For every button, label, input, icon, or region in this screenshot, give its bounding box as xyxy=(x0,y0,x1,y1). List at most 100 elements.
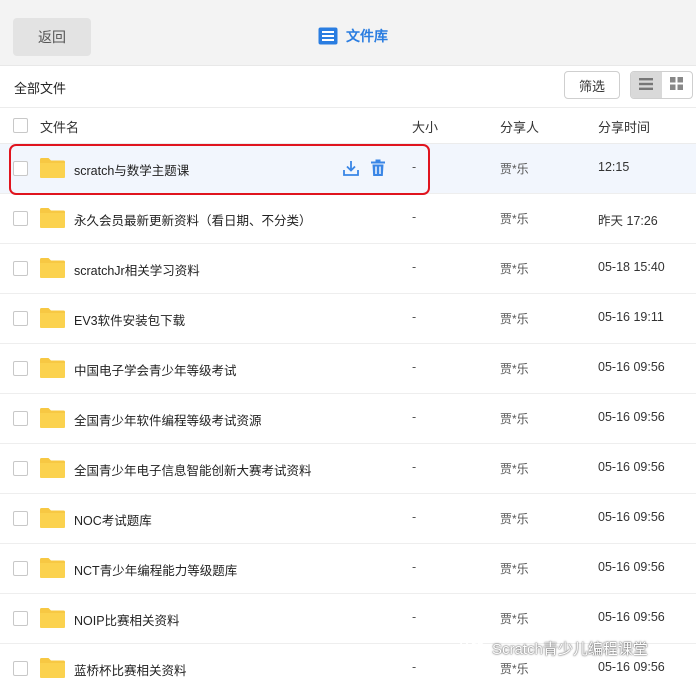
file-name[interactable]: NCT青少年编程能力等级题库 xyxy=(74,560,237,579)
row-checkbox[interactable] xyxy=(13,411,28,426)
file-size: - xyxy=(412,210,417,224)
row-checkbox[interactable] xyxy=(13,161,28,176)
file-share-time: 05-16 09:56 xyxy=(598,460,665,474)
filter-button[interactable]: 筛选 xyxy=(564,71,620,99)
file-sharer: 贾*乐 xyxy=(500,362,529,376)
table-header: 文件名 大小 分享人 分享时间 xyxy=(0,108,696,144)
table-row[interactable]: EV3软件安装包下载 - 贾*乐 05-16 19:11 xyxy=(0,294,696,344)
table-row[interactable]: scratch与数学主题课 - 贾*乐 12:15 xyxy=(0,144,696,194)
file-name[interactable]: NOIP比赛相关资料 xyxy=(74,610,180,629)
file-name[interactable]: 全国青少年电子信息智能创新大赛考试资料 xyxy=(74,460,312,479)
row-checkbox[interactable] xyxy=(13,611,28,626)
row-checkbox[interactable] xyxy=(13,261,28,276)
file-sharer: 贾*乐 xyxy=(500,562,529,576)
file-share-time: 05-16 19:11 xyxy=(598,310,664,324)
file-size: - xyxy=(412,510,417,524)
file-name[interactable]: scratchJr相关学习资料 xyxy=(74,260,200,279)
file-share-time: 05-16 09:56 xyxy=(598,410,665,424)
file-size: - xyxy=(412,560,417,574)
column-header-sharer[interactable]: 分享人 xyxy=(500,117,539,136)
file-name[interactable]: 蓝桥杯比赛相关资料 xyxy=(74,660,187,678)
table-body: scratch与数学主题课 - 贾*乐 12:15 永久会员最新更新资料（看日期、不分类… xyxy=(0,144,696,678)
folder-icon xyxy=(40,557,65,578)
top-bar: 返回 文件库 xyxy=(0,0,696,66)
table-row[interactable]: 全国青少年电子信息智能创新大赛考试资料 - 贾*乐 05-16 09:56 xyxy=(0,444,696,494)
file-size: - xyxy=(412,610,417,624)
file-name[interactable]: 全国青少年软件编程等级考试资源 xyxy=(74,410,262,429)
folder-icon xyxy=(40,307,65,328)
list-view-icon xyxy=(639,77,654,93)
folder-icon xyxy=(40,657,65,678)
file-share-time: 05-16 09:56 xyxy=(598,360,665,374)
watermark: Scratch青少儿编程课堂 xyxy=(460,636,648,660)
table-row[interactable]: 全国青少年软件编程等级考试资源 - 贾*乐 05-16 09:56 xyxy=(0,394,696,444)
watermark-text: Scratch青少儿编程课堂 xyxy=(492,640,648,658)
grid-view-icon xyxy=(670,77,684,93)
row-checkbox[interactable] xyxy=(13,211,28,226)
file-size: - xyxy=(412,360,417,374)
page-title-text: 文件库 xyxy=(346,28,388,44)
file-share-time: 05-16 09:56 xyxy=(598,560,665,574)
file-sharer: 贾*乐 xyxy=(500,312,529,326)
wechat-icon xyxy=(460,636,486,660)
file-name[interactable]: EV3软件安装包下载 xyxy=(74,310,185,329)
file-sharer: 贾*乐 xyxy=(500,212,529,226)
row-checkbox[interactable] xyxy=(13,361,28,376)
column-header-name[interactable]: 文件名 xyxy=(40,117,79,136)
back-button[interactable]: 返回 xyxy=(13,18,91,56)
folder-icon xyxy=(40,607,65,628)
folder-icon xyxy=(40,257,65,278)
page-title: 文件库 xyxy=(318,24,388,48)
file-share-time: 05-18 15:40 xyxy=(598,260,665,274)
folder-icon xyxy=(40,407,65,428)
file-size: - xyxy=(412,310,417,324)
file-name[interactable]: scratch与数学主题课 xyxy=(74,160,189,179)
file-name[interactable]: NOC考试题库 xyxy=(74,510,152,529)
delete-icon[interactable] xyxy=(370,159,388,177)
file-share-time: 05-16 09:56 xyxy=(598,660,665,674)
row-checkbox[interactable] xyxy=(13,561,28,576)
file-sharer: 贾*乐 xyxy=(500,512,529,526)
row-checkbox[interactable] xyxy=(13,661,28,676)
folder-icon xyxy=(40,157,65,178)
column-header-time[interactable]: 分享时间 xyxy=(598,117,650,136)
row-checkbox[interactable] xyxy=(13,511,28,526)
folder-icon xyxy=(40,457,65,478)
folder-icon xyxy=(40,507,65,528)
select-all-checkbox[interactable] xyxy=(13,118,28,133)
list-view-button[interactable] xyxy=(631,72,662,98)
file-sharer: 贾*乐 xyxy=(500,462,529,476)
file-share-time: 05-16 09:56 xyxy=(598,510,665,524)
folder-icon xyxy=(40,357,65,378)
file-name[interactable]: 永久会员最新更新资料（看日期、不分类） xyxy=(74,210,312,229)
file-share-time: 05-16 09:56 xyxy=(598,610,665,624)
file-sharer: 贾*乐 xyxy=(500,262,529,276)
table-row[interactable]: NOC考试题库 - 贾*乐 05-16 09:56 xyxy=(0,494,696,544)
table-row[interactable]: scratchJr相关学习资料 - 贾*乐 05-18 15:40 xyxy=(0,244,696,294)
column-header-size[interactable]: 大小 xyxy=(412,117,438,136)
row-checkbox[interactable] xyxy=(13,311,28,326)
file-sharer: 贾*乐 xyxy=(500,162,529,176)
grid-view-button[interactable] xyxy=(662,72,693,98)
download-icon[interactable] xyxy=(342,159,360,177)
file-name[interactable]: 中国电子学会青少年等级考试 xyxy=(74,360,237,379)
file-size: - xyxy=(412,460,417,474)
folder-icon xyxy=(40,207,65,228)
table-row[interactable]: 中国电子学会青少年等级考试 - 贾*乐 05-16 09:56 xyxy=(0,344,696,394)
file-share-time: 12:15 xyxy=(598,160,630,174)
table-row[interactable]: 永久会员最新更新资料（看日期、不分类） - 贾*乐 昨天 17:26 xyxy=(0,194,696,244)
document-list-icon xyxy=(318,27,338,45)
breadcrumb[interactable]: 全部文件 xyxy=(14,78,66,97)
toolbar: 全部文件 筛选 xyxy=(0,66,696,108)
view-toggle xyxy=(630,71,693,99)
row-checkbox[interactable] xyxy=(13,461,28,476)
file-size: - xyxy=(412,660,417,674)
file-size: - xyxy=(412,260,417,274)
file-sharer: 贾*乐 xyxy=(500,412,529,426)
file-sharer: 贾*乐 xyxy=(500,612,529,626)
file-share-time: 昨天 17:26 xyxy=(598,214,658,228)
table-row[interactable]: NCT青少年编程能力等级题库 - 贾*乐 05-16 09:56 xyxy=(0,544,696,594)
file-table: 文件名 大小 分享人 分享时间 scratch与数学主题课 - 贾*乐 12:15 永久… xyxy=(0,108,696,678)
file-size: - xyxy=(412,410,417,424)
file-sharer: 贾*乐 xyxy=(500,662,529,676)
